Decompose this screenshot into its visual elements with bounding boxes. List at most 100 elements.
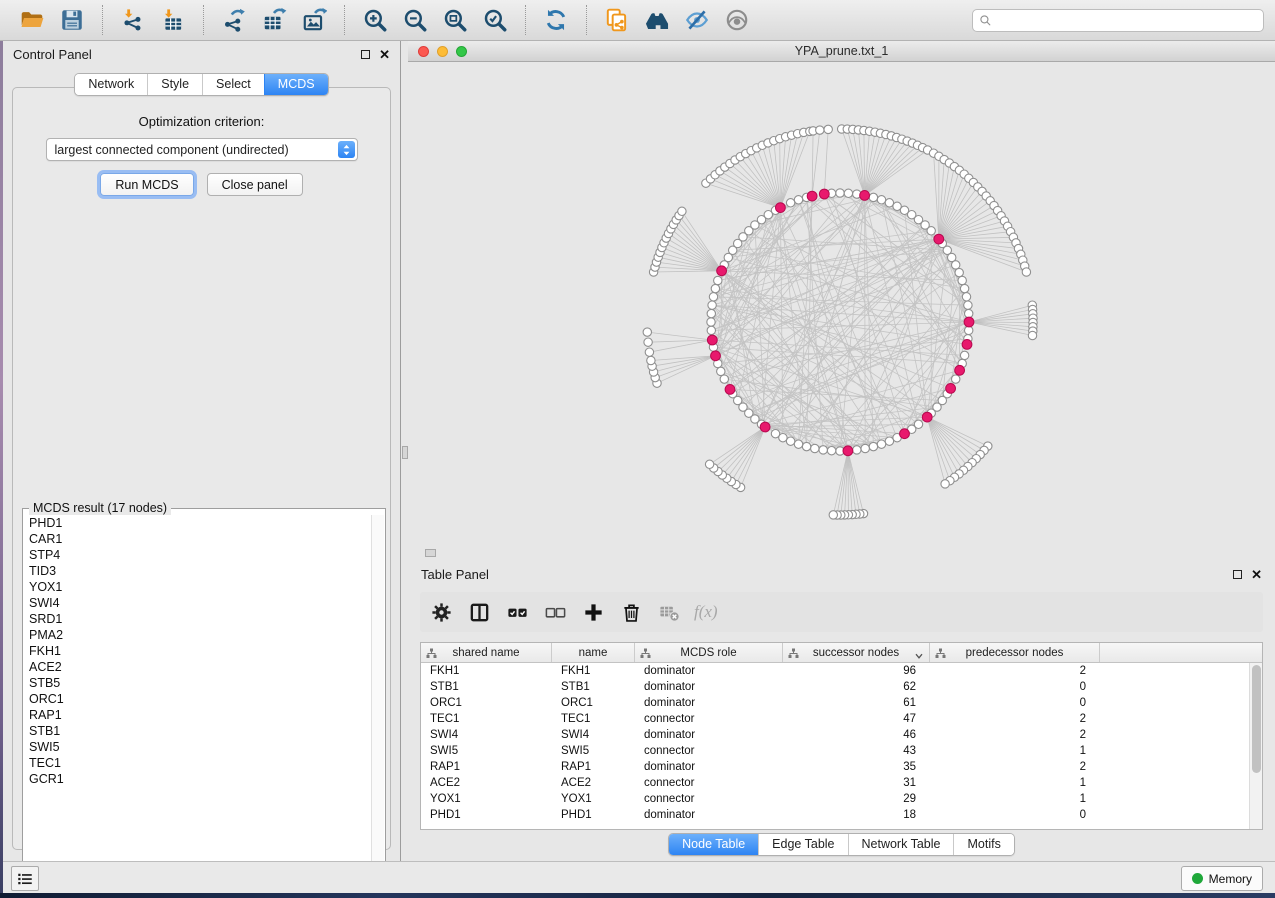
network-node-dominator[interactable] — [962, 340, 972, 350]
memory-button[interactable]: Memory — [1181, 866, 1263, 891]
network-node[interactable] — [965, 309, 973, 317]
network-node[interactable] — [836, 189, 844, 197]
criterion-dropdown[interactable]: largest connected component (undirected) — [46, 138, 358, 161]
network-node[interactable] — [952, 261, 960, 269]
export-image-button[interactable] — [294, 3, 334, 37]
network-node[interactable] — [853, 446, 861, 454]
mcds-result-item[interactable]: SWI5 — [24, 739, 372, 755]
import-table-button[interactable] — [153, 3, 193, 37]
network-node[interactable] — [714, 276, 722, 284]
tab-node-table[interactable]: Node Table — [669, 834, 758, 855]
vertical-splitter[interactable] — [400, 41, 408, 861]
tab-style[interactable]: Style — [147, 74, 202, 95]
network-node[interactable] — [958, 276, 966, 284]
network-node-dominator[interactable] — [760, 422, 770, 432]
network-node-dominator[interactable] — [807, 191, 817, 201]
deselect-all-button[interactable] — [538, 596, 572, 628]
column-layout-button[interactable] — [462, 596, 496, 628]
tab-mcds[interactable]: MCDS — [264, 74, 328, 95]
mcds-result-item[interactable]: SWI4 — [24, 595, 372, 611]
save-button[interactable] — [52, 3, 92, 37]
network-node[interactable] — [819, 446, 827, 454]
network-node[interactable] — [829, 511, 837, 519]
select-all-button[interactable] — [500, 596, 534, 628]
column-header-successor-nodes[interactable]: successor nodes — [783, 643, 930, 662]
network-node[interactable] — [861, 444, 869, 452]
table-row[interactable]: STB1STB1dominator620 — [421, 679, 1262, 695]
network-node[interactable] — [794, 196, 802, 204]
open-file-button[interactable] — [12, 3, 52, 37]
close-panel-icon[interactable]: ✕ — [379, 50, 390, 59]
run-mcds-button[interactable]: Run MCDS — [100, 173, 193, 196]
network-node[interactable] — [1022, 268, 1030, 276]
mcds-result-item[interactable]: YOX1 — [24, 579, 372, 595]
panel-list-button[interactable] — [11, 866, 39, 891]
export-network-button[interactable] — [214, 3, 254, 37]
network-node[interactable] — [1028, 331, 1036, 339]
network-node[interactable] — [711, 284, 719, 292]
network-node-dominator[interactable] — [955, 365, 965, 375]
network-node[interactable] — [709, 293, 717, 301]
mcds-result-item[interactable]: GCR1 — [24, 771, 372, 787]
hide-selection-button[interactable] — [677, 3, 717, 37]
mcds-result-item[interactable]: STB5 — [24, 675, 372, 691]
settings-gear-button[interactable] — [424, 596, 458, 628]
zoom-out-button[interactable] — [395, 3, 435, 37]
network-node[interactable] — [927, 227, 935, 235]
network-node[interactable] — [965, 326, 973, 334]
mcds-result-item[interactable]: TEC1 — [24, 755, 372, 771]
mcds-list-scrollbar[interactable] — [371, 515, 384, 877]
close-panel-button[interactable]: Close panel — [207, 173, 303, 196]
table-row[interactable]: RAP1RAP1dominator352 — [421, 759, 1262, 775]
table-row[interactable]: FKH1FKH1dominator962 — [421, 663, 1262, 679]
network-node[interactable] — [816, 126, 824, 134]
mcds-result-item[interactable]: SRD1 — [24, 611, 372, 627]
search-field[interactable] — [972, 9, 1264, 32]
table-row[interactable]: SWI4SWI4dominator462 — [421, 727, 1262, 743]
network-node[interactable] — [877, 196, 885, 204]
network-node-dominator[interactable] — [819, 189, 829, 199]
network-node-dominator[interactable] — [934, 234, 944, 244]
network-node[interactable] — [705, 460, 713, 468]
network-canvas[interactable] — [408, 62, 1275, 560]
mcds-result-item[interactable]: ORC1 — [24, 691, 372, 707]
network-node[interactable] — [962, 293, 970, 301]
network-node[interactable] — [643, 328, 651, 336]
zoom-in-button[interactable] — [355, 3, 395, 37]
network-node[interactable] — [707, 309, 715, 317]
delete-row-button[interactable] — [614, 596, 648, 628]
table-scrollbar[interactable] — [1249, 663, 1262, 829]
network-node[interactable] — [955, 268, 963, 276]
zoom-fit-button[interactable] — [435, 3, 475, 37]
tab-motifs[interactable]: Motifs — [953, 834, 1013, 855]
float-panel-icon[interactable] — [361, 50, 370, 59]
tab-network[interactable]: Network — [75, 74, 147, 95]
network-node[interactable] — [802, 442, 810, 450]
tab-network-table[interactable]: Network Table — [848, 834, 954, 855]
network-node[interactable] — [885, 437, 893, 445]
network-node[interactable] — [786, 437, 794, 445]
show-all-button[interactable] — [717, 3, 757, 37]
mcds-result-item[interactable]: STB1 — [24, 723, 372, 739]
export-table-button[interactable] — [254, 3, 294, 37]
mcds-result-item[interactable]: CAR1 — [24, 531, 372, 547]
find-network-button[interactable] — [637, 3, 677, 37]
mcds-result-item[interactable]: TID3 — [24, 563, 372, 579]
network-node-dominator[interactable] — [860, 191, 870, 201]
network-node-dominator[interactable] — [711, 351, 721, 361]
network-node[interactable] — [771, 430, 779, 438]
mcds-result-item[interactable]: RAP1 — [24, 707, 372, 723]
network-node-dominator[interactable] — [946, 384, 956, 394]
search-input[interactable] — [992, 10, 1263, 31]
network-node[interactable] — [877, 440, 885, 448]
delete-table-button[interactable] — [652, 596, 686, 628]
refresh-button[interactable] — [536, 3, 576, 37]
network-node-dominator[interactable] — [964, 317, 974, 327]
column-header-MCDS-role[interactable]: MCDS role — [635, 643, 783, 662]
network-node[interactable] — [827, 447, 835, 455]
column-header-name[interactable]: name — [552, 643, 635, 662]
network-titlebar[interactable]: YPA_prune.txt_1 — [408, 41, 1275, 62]
column-header-predecessor-nodes[interactable]: predecessor nodes — [930, 643, 1100, 662]
network-node[interactable] — [717, 367, 725, 375]
table-row[interactable]: YOX1YOX1connector291 — [421, 791, 1262, 807]
